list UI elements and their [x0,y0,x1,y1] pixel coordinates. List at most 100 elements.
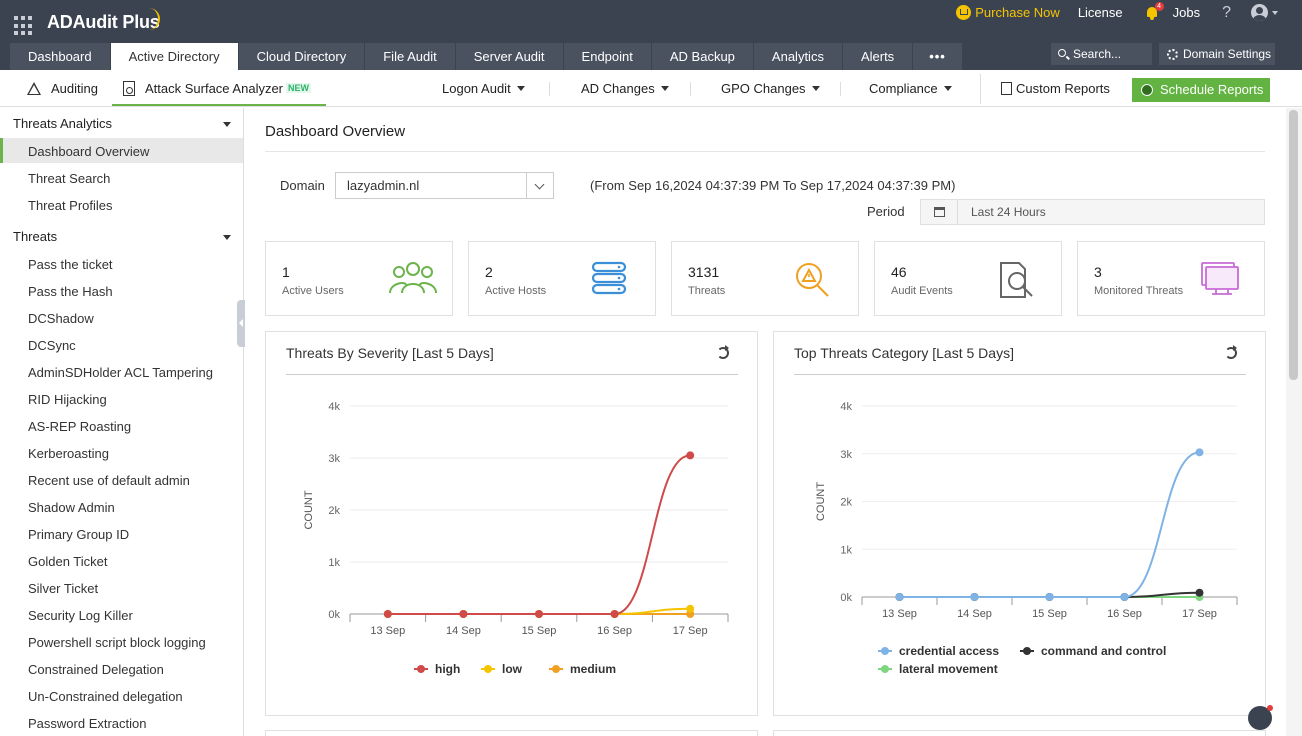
sidebar-item-password-extraction[interactable]: Password Extraction [28,716,147,731]
data-point-credential-access[interactable] [970,593,979,601]
custom-reports-link[interactable]: Custom Reports [1001,70,1110,106]
stat-card-threats[interactable]: 3131 Threats [671,241,859,316]
help-icon[interactable]: ? [1222,4,1231,22]
caret-down-icon [516,85,525,91]
chat-assistant-icon[interactable] [1248,705,1273,730]
data-point-credential-access[interactable] [1045,593,1054,601]
sidebar-item-powershell-script-block-logging[interactable]: Powershell script block logging [28,635,206,650]
data-point-command-and-control[interactable] [1195,588,1204,597]
sidebar-section-threats[interactable]: Threats [13,229,231,249]
sidebar-item-silver-ticket[interactable]: Silver Ticket [28,581,98,596]
auditing-tab[interactable]: Auditing [27,70,98,106]
purchase-now-link[interactable]: Purchase Now [956,5,1060,20]
cart-icon [956,5,972,20]
data-point-high[interactable] [686,451,695,460]
new-badge: NEW [286,83,312,93]
sidebar-section-threats-analytics[interactable]: Threats Analytics [13,116,231,136]
sidebar-item-pass-the-ticket[interactable]: Pass the ticket [28,257,113,272]
page-scrollbar[interactable] [1286,108,1302,736]
legend-item-low[interactable]: low [481,662,523,676]
chevron-down-icon[interactable] [526,173,553,198]
legend-item-credential-access[interactable]: credential access [878,644,999,658]
search-input[interactable]: Search... [1051,43,1152,65]
domain-label: Domain [280,178,325,193]
data-point-credential-access[interactable] [895,593,904,601]
license-link[interactable]: License [1078,5,1123,20]
sidebar-item-golden-ticket[interactable]: Golden Ticket [28,554,108,569]
y-tick-label: 1k [840,544,852,556]
tab-active-directory[interactable]: Active Directory [110,43,239,70]
y-tick-label: 4k [328,401,340,413]
sidebar: Threats Analytics Dashboard Overview Threa… [0,108,244,736]
stat-card-monitored-threats[interactable]: 3 Monitored Threats [1077,241,1265,316]
legend-item-lateral-movement[interactable]: lateral movement [878,662,998,676]
data-point-credential-access[interactable] [1120,593,1129,601]
report-icon [1001,81,1012,95]
ad-changes-menu[interactable]: AD Changes [581,70,669,106]
app-grid-icon[interactable] [14,16,34,36]
sidebar-item-security-log-killer[interactable]: Security Log Killer [28,608,133,623]
analyzer-icon [123,80,135,96]
legend-item-command-and-control[interactable]: command and control [1020,644,1166,658]
attack-surface-analyzer-tab[interactable]: Attack Surface Analyzer NEW [123,70,312,106]
x-tick-label: 17 Sep [1182,608,1217,620]
sidebar-item-kerberoasting[interactable]: Kerberoasting [28,446,109,461]
jobs-link[interactable]: Jobs [1173,5,1200,20]
data-point-high[interactable] [459,610,468,618]
purchase-label: Purchase Now [975,5,1060,20]
more-tabs-icon[interactable]: ••• [913,43,963,70]
sidebar-item-rid-hijacking[interactable]: RID Hijacking [28,392,107,407]
sidebar-item-as-rep-roasting[interactable]: AS-REP Roasting [28,419,131,434]
sidebar-item-pass-the-hash[interactable]: Pass the Hash [28,284,113,299]
stat-card-active-users[interactable]: 1 Active Users [265,241,453,316]
header-actions: Purchase Now License 4 Jobs ? [956,0,1278,25]
tab-server-audit[interactable]: Server Audit [455,43,564,70]
sidebar-item-dcshadow[interactable]: DCShadow [28,311,94,326]
stat-label: Monitored Threats [1094,285,1184,297]
legend-item-high[interactable]: high [414,662,460,676]
sidebar-item-threat-profiles[interactable]: Threat Profiles [28,198,113,213]
tab-dashboard[interactable]: Dashboard [10,43,111,70]
tab-cloud-directory[interactable]: Cloud Directory [238,43,366,70]
period-label: Period [867,204,905,219]
user-menu[interactable] [1251,4,1278,21]
gpo-changes-menu[interactable]: GPO Changes [721,70,820,106]
bell-icon[interactable]: 4 [1145,1,1164,20]
data-point-high[interactable] [535,610,543,618]
stat-value: 46 [891,264,907,280]
stat-card-active-hosts[interactable]: 2 Active Hosts [468,241,656,316]
domain-value: lazyadmin.nl [347,178,420,193]
sidebar-item-un-constrained-delegation[interactable]: Un-Constrained delegation [28,689,183,704]
stat-card-audit-events[interactable]: 46 Audit Events [874,241,1062,316]
sidebar-item-primary-group-id[interactable]: Primary Group ID [28,527,129,542]
sidebar-item-threat-search[interactable]: Threat Search [28,171,110,186]
tab-ad-backup[interactable]: AD Backup [651,43,754,70]
sidebar-item-constrained-delegation[interactable]: Constrained Delegation [28,662,164,677]
tab-file-audit[interactable]: File Audit [365,43,456,70]
data-point-credential-access[interactable] [1195,448,1204,457]
sidebar-item-dcsync[interactable]: DCSync [28,338,76,353]
active-subnav-indicator [112,104,326,106]
data-point-high[interactable] [610,610,619,618]
product-logo[interactable]: ADAudit Plus [47,12,160,33]
domain-settings-button[interactable]: Domain Settings [1159,43,1275,65]
period-select[interactable]: Last 24 Hours [920,199,1265,225]
domain-select[interactable]: lazyadmin.nl [335,172,554,199]
sidebar-item-shadow-admin[interactable]: Shadow Admin [28,500,115,515]
legend-item-medium[interactable]: medium [549,662,616,676]
sidebar-item-dashboard-overview[interactable]: Dashboard Overview [28,144,149,159]
clock-icon [1141,84,1153,96]
data-point-low[interactable] [686,604,695,613]
schedule-reports-button[interactable]: Schedule Reports [1132,78,1270,102]
sidebar-item-recent-use-of-default-admin[interactable]: Recent use of default admin [28,473,190,488]
tab-analytics[interactable]: Analytics [753,43,843,70]
title-divider [265,151,1265,152]
search-icon [1058,49,1066,57]
data-point-high[interactable] [383,610,392,618]
logon-audit-menu[interactable]: Logon Audit [442,70,525,106]
collapse-sidebar-handle[interactable] [237,300,245,347]
sidebar-item-adminsdholder-acl-tampering[interactable]: AdminSDHolder ACL Tampering [28,365,213,380]
tab-endpoint[interactable]: Endpoint [563,43,652,70]
tab-alerts[interactable]: Alerts [842,43,914,70]
compliance-menu[interactable]: Compliance [869,70,952,106]
